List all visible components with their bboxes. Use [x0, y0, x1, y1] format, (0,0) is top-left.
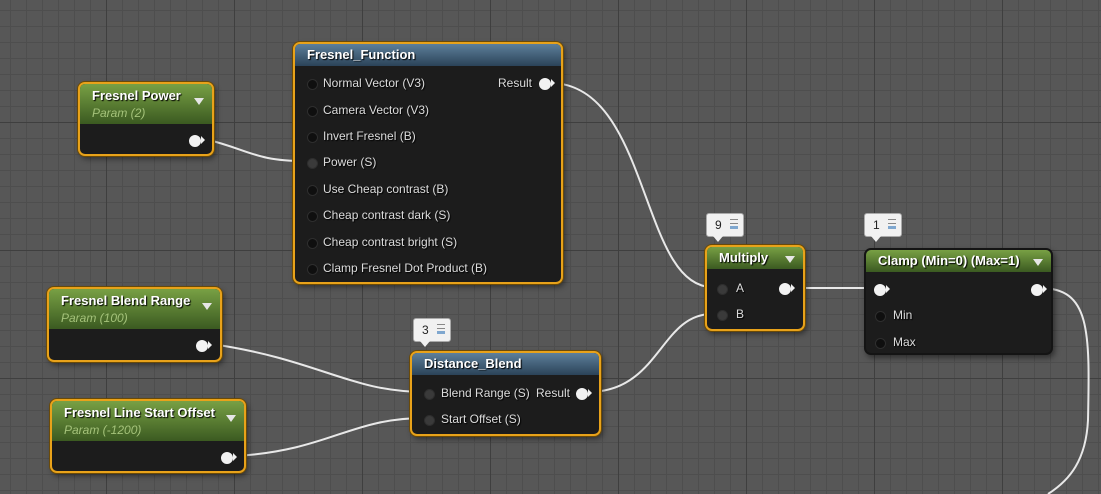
node-title: Distance_Blend — [424, 356, 522, 371]
input-pin[interactable] — [307, 132, 318, 143]
node-title: Fresnel Line Start Offset — [64, 405, 215, 420]
output-pin[interactable] — [539, 78, 551, 90]
node-title: Fresnel Blend Range — [61, 293, 191, 308]
badge-count: 1 — [873, 218, 880, 232]
badge-count: 9 — [715, 218, 722, 232]
stats-badge[interactable]: 9 — [706, 213, 744, 242]
stats-icon — [729, 217, 739, 230]
node-subtitle: Param (2) — [92, 106, 146, 120]
output-arrow-icon — [208, 341, 212, 349]
node-title: Fresnel Power — [92, 88, 181, 103]
distance-blend-node[interactable]: Distance_Blend Blend Range (S) Result St… — [410, 351, 601, 436]
node-title: Fresnel_Function — [307, 47, 416, 62]
output-label-result: Result — [536, 386, 571, 400]
clamp-node[interactable]: Clamp (Min=0) (Max=1) Min Max — [864, 248, 1053, 355]
node-header[interactable]: Fresnel Power Param (2) — [80, 84, 212, 124]
output-label-result: Result — [498, 76, 533, 90]
node-header[interactable]: Clamp (Min=0) (Max=1) — [866, 250, 1051, 272]
output-pin[interactable] — [1031, 284, 1043, 296]
input-label: Power (S) — [323, 155, 377, 169]
wire-blend-range — [211, 343, 426, 393]
fresnel-power-node[interactable]: Fresnel Power Param (2) — [78, 82, 214, 156]
input-pin[interactable] — [307, 79, 318, 90]
output-pin[interactable] — [189, 135, 201, 147]
fresnel-blend-range-node[interactable]: Fresnel Blend Range Param (100) — [47, 287, 222, 362]
wire-start-offset — [236, 417, 426, 457]
input-arrow-icon — [886, 285, 890, 293]
input-label: Camera Vector (V3) — [323, 103, 430, 117]
stats-badge[interactable]: 3 — [413, 318, 451, 347]
dropdown-arrow-icon[interactable] — [202, 303, 212, 310]
input-label: Normal Vector (V3) — [323, 76, 426, 90]
dropdown-arrow-icon[interactable] — [785, 256, 795, 263]
node-header[interactable]: Fresnel Blend Range Param (100) — [49, 289, 220, 329]
node-subtitle: Param (-1200) — [64, 423, 142, 437]
output-pin[interactable] — [779, 283, 791, 295]
fresnel-function-node[interactable]: Fresnel_Function Result Normal Vector (V… — [293, 42, 563, 284]
input-pin[interactable] — [875, 311, 886, 322]
output-arrow-icon — [791, 284, 795, 292]
input-label: Clamp Fresnel Dot Product (B) — [323, 261, 488, 275]
dropdown-arrow-icon[interactable] — [226, 415, 236, 422]
wire-power — [204, 138, 306, 162]
output-arrow-icon — [233, 453, 237, 461]
input-label: Use Cheap contrast (B) — [323, 182, 449, 196]
input-label: B — [736, 307, 745, 321]
input-pin[interactable] — [717, 310, 728, 321]
node-header[interactable]: Distance_Blend — [412, 353, 599, 375]
dropdown-arrow-icon[interactable] — [1033, 259, 1043, 266]
input-label: Cheap contrast dark (S) — [323, 208, 451, 222]
output-pin[interactable] — [576, 388, 588, 400]
stats-badge[interactable]: 1 — [864, 213, 902, 242]
badge-count: 3 — [422, 323, 429, 337]
node-title: Multiply — [719, 250, 769, 265]
output-arrow-icon — [201, 136, 205, 144]
input-pin[interactable] — [424, 389, 435, 400]
input-label: Start Offset (S) — [441, 412, 521, 426]
input-pin[interactable] — [307, 185, 318, 196]
input-pin[interactable] — [717, 284, 728, 295]
input-pin[interactable] — [307, 211, 318, 222]
wire-fresnel-result — [549, 82, 713, 288]
node-subtitle: Param (100) — [61, 311, 128, 325]
input-pin[interactable] — [307, 264, 318, 275]
fresnel-line-start-offset-node[interactable]: Fresnel Line Start Offset Param (-1200) — [50, 399, 246, 473]
node-header[interactable]: Fresnel Line Start Offset Param (-1200) — [52, 401, 244, 441]
stats-icon — [887, 217, 897, 230]
output-arrow-icon — [551, 79, 555, 87]
input-label: Blend Range (S) — [441, 386, 530, 400]
input-pin[interactable] — [307, 106, 318, 117]
input-pin[interactable] — [307, 238, 318, 249]
node-header[interactable]: Fresnel_Function — [295, 44, 561, 66]
dropdown-arrow-icon[interactable] — [194, 98, 204, 105]
multiply-node[interactable]: Multiply A B — [705, 245, 805, 331]
input-label: Invert Fresnel (B) — [323, 129, 416, 143]
wire-distance-result — [587, 313, 713, 393]
stats-icon — [436, 322, 446, 335]
input-pin[interactable] — [874, 284, 886, 296]
node-header[interactable]: Multiply — [707, 247, 803, 269]
input-label: A — [736, 281, 745, 295]
output-pin[interactable] — [196, 340, 208, 352]
input-pin[interactable] — [307, 158, 318, 169]
input-label: Max — [893, 335, 916, 349]
input-pin[interactable] — [875, 338, 886, 349]
input-label: Cheap contrast bright (S) — [323, 235, 458, 249]
input-pin[interactable] — [424, 415, 435, 426]
input-label: Min — [893, 308, 913, 322]
output-pin[interactable] — [221, 452, 233, 464]
node-title: Clamp (Min=0) (Max=1) — [878, 253, 1020, 268]
output-arrow-icon — [588, 389, 592, 397]
output-arrow-icon — [1043, 285, 1047, 293]
